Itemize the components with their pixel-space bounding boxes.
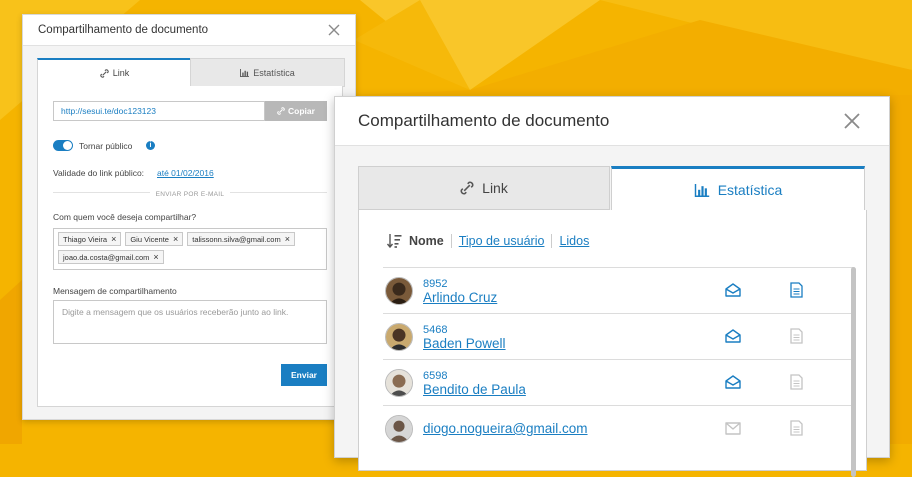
avatar [385, 369, 413, 397]
dialog-title: Compartilhamento de documento [38, 24, 209, 36]
list-item: 6598 Bendito de Paula [383, 359, 853, 405]
info-icon[interactable]: i [146, 141, 155, 150]
tab-label: Link [112, 68, 130, 78]
sort-by-user-type[interactable]: Tipo de usuário [459, 234, 545, 248]
tab-link[interactable]: Link [37, 58, 192, 86]
divider [450, 234, 452, 248]
public-toggle-label: Tornar público [79, 141, 133, 151]
remove-icon[interactable]: × [153, 252, 158, 262]
envelope-closed-icon[interactable] [725, 421, 741, 435]
user-list: 8952 Arlindo Cruz 5468 Baden Powell 6598… [383, 267, 853, 451]
copy-button-label: Copiar [288, 106, 315, 116]
list-item: 5468 Baden Powell [383, 313, 853, 359]
share-dialog-small: Compartilhamento de documento Link Estat… [22, 14, 356, 420]
public-toggle[interactable] [53, 140, 73, 151]
envelope-open-icon[interactable] [725, 283, 741, 297]
dialog-body: Link Estatística http://sesui.te/doc1231… [23, 46, 355, 419]
link-icon [277, 107, 285, 115]
list-item: diogo.nogueira@gmail.com [383, 405, 853, 451]
document-read-icon[interactable] [790, 282, 803, 298]
document-unread-icon[interactable] [790, 420, 803, 436]
message-textarea[interactable]: Digite a mensagem que os usuários recebe… [53, 300, 327, 344]
email-section-divider: ENVIAR POR E-MAIL [38, 188, 342, 198]
link-url-field[interactable] [53, 101, 265, 121]
send-button[interactable]: Enviar [281, 364, 327, 386]
user-name-link[interactable]: Arlindo Cruz [423, 290, 497, 305]
user-name-link[interactable]: Bendito de Paula [423, 382, 526, 397]
avatar [385, 277, 413, 305]
share-question-label: Com quem você deseja compartilhar? [53, 212, 197, 222]
link-tab-content: Copiar Tornar público i Validade do link… [37, 86, 343, 407]
message-label: Mensagem de compartilhamento [53, 286, 177, 296]
user-code: 8952 [423, 278, 448, 290]
dialog-title: Compartilhamento de documento [358, 111, 610, 130]
avatar [385, 415, 413, 443]
close-icon[interactable] [843, 112, 861, 130]
sort-descending-icon [387, 234, 402, 249]
link-icon [460, 181, 474, 195]
recipient-tag: talissonn.silva@gmail.com × [187, 232, 295, 246]
message-placeholder: Digite a mensagem que os usuários recebe… [62, 307, 289, 317]
sort-bar: Nome Tipo de usuário Lidos [387, 233, 589, 249]
tab-label: Estatística [253, 67, 295, 78]
copy-button[interactable]: Copiar [265, 101, 327, 121]
recipient-tag: joao.da.costa@gmail.com × [58, 250, 164, 264]
tab-statistics[interactable]: Estatística [190, 58, 345, 87]
tab-statistics[interactable]: Estatística [611, 166, 865, 211]
close-icon[interactable] [327, 23, 341, 37]
send-button-label: Enviar [291, 370, 317, 380]
avatar [385, 323, 413, 351]
recipient-tag: Giu Vicente × [125, 232, 184, 246]
bar-chart-icon [240, 68, 250, 77]
recipient-tag: Thiago Vieira × [58, 232, 122, 246]
recipients-field[interactable]: Thiago Vieira × Giu Vicente × talissonn.si… [53, 228, 327, 270]
document-unread-icon[interactable] [790, 328, 803, 344]
sort-by-name[interactable]: Nome [409, 234, 444, 248]
divider [551, 234, 553, 248]
user-name-link[interactable]: diogo.nogueira@gmail.com [423, 421, 588, 436]
user-name-link[interactable]: Baden Powell [423, 336, 506, 351]
link-icon [100, 68, 109, 78]
tab-link[interactable]: Link [358, 166, 610, 210]
remove-icon[interactable]: × [173, 234, 178, 244]
validity-date-link[interactable]: até 01/02/2016 [157, 168, 214, 178]
statistics-tab-content: Nome Tipo de usuário Lidos 8952 Arlindo … [358, 210, 867, 477]
envelope-open-icon[interactable] [725, 329, 741, 343]
dialog-header: Compartilhamento de documento [23, 15, 355, 46]
tab-label: Link [482, 180, 508, 196]
user-code: 6598 [423, 370, 448, 382]
tab-panel: Link Estatística http://sesui.te/doc1231… [37, 58, 345, 407]
dialog-body: Link Estatística Nome Tipo de usuário Li… [335, 146, 889, 477]
remove-icon[interactable]: × [111, 234, 116, 244]
share-dialog-large: Compartilhamento de documento Link Estat… [334, 96, 890, 477]
list-item: 8952 Arlindo Cruz [383, 267, 853, 313]
scrollbar[interactable] [851, 267, 856, 477]
validity-label: Validade do link público: [53, 168, 145, 178]
user-code: 5468 [423, 324, 448, 336]
envelope-open-icon[interactable] [725, 375, 741, 389]
dialog-header: Compartilhamento de documento [335, 97, 889, 146]
remove-icon[interactable]: × [285, 234, 290, 244]
tab-label: Estatística [717, 182, 783, 198]
sort-by-read[interactable]: Lidos [559, 234, 589, 248]
bar-chart-icon [694, 183, 709, 197]
document-unread-icon[interactable] [790, 374, 803, 390]
tab-bar: Link Estatística [37, 58, 345, 87]
